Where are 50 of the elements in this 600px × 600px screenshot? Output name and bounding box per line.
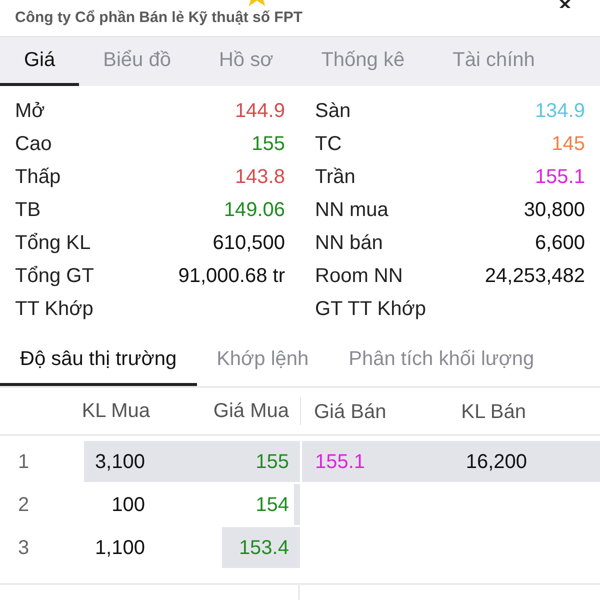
sell-price: 155.1 [315, 450, 366, 474]
quote-label: Trần [315, 164, 356, 190]
column-header: KL Bán [460, 400, 526, 425]
row-number: 2 [17, 492, 30, 518]
row-number: 1 [17, 450, 30, 474]
quote-value: 6,600 [534, 230, 585, 256]
buy-price: 154 [254, 492, 289, 518]
quote-value: 149.06 [224, 198, 285, 222]
column-header: KL Mua [80, 399, 150, 424]
tab[interactable]: Tài chính [428, 37, 559, 86]
quote-value: 143.8 [234, 164, 285, 190]
quote-label: Room NN [315, 264, 403, 288]
quote-label: Tổng KL [15, 230, 91, 256]
quote-value: 155 [252, 132, 285, 156]
tab[interactable]: Khớp lệnh [196, 335, 329, 386]
quote-label: Tổng GT [15, 264, 94, 288]
row-number: 3 [17, 536, 30, 560]
buy-volume: 1,100 [94, 536, 145, 560]
quote-label: GT TT Khớp [315, 296, 426, 322]
buy-volume: 100 [110, 492, 145, 518]
quote-value: 155.1 [534, 164, 585, 190]
buy-volume: 3,100 [94, 450, 145, 474]
quote-label: TT Khớp [15, 296, 94, 322]
quote-value: 145 [552, 132, 585, 156]
tab[interactable]: Hồ sơ [194, 37, 298, 86]
buy-price: 153.4 [238, 536, 289, 560]
quote-label: NN bán [315, 230, 383, 256]
column-header: Giá Mua [212, 399, 289, 424]
buy-price: 155 [254, 450, 289, 474]
quote-label: Mở [15, 98, 45, 124]
quote-label: Thấp [15, 164, 61, 190]
quote-value: 91,000.68 tr [178, 264, 285, 288]
tab[interactable]: Thống kê [297, 37, 429, 86]
tab[interactable]: Độ sâu thị trường [0, 335, 197, 386]
company-name: Công ty Cổ phần Bán lẻ Kỹ thuật số FPT [14, 8, 304, 28]
quote-value: 610,500 [212, 230, 285, 256]
quote-label: TC [315, 132, 342, 156]
quote-label: TB [15, 198, 41, 222]
quote-label: Sàn [315, 98, 351, 124]
tab[interactable]: Giá [0, 37, 80, 86]
quote-value: 24,253,482 [484, 264, 585, 288]
quote-value: 30,800 [524, 198, 585, 222]
column-header: Giá Bán [314, 400, 388, 425]
sell-volume: 16,200 [464, 450, 527, 474]
tab[interactable]: Phân tích khối lượng [328, 335, 554, 386]
quote-label: Cao [15, 132, 52, 156]
quote-value: 134.9 [534, 98, 585, 124]
tab[interactable]: Biểu đồ [79, 37, 195, 86]
quote-label: NN mua [315, 198, 388, 222]
quote-value: 144.9 [234, 98, 285, 124]
